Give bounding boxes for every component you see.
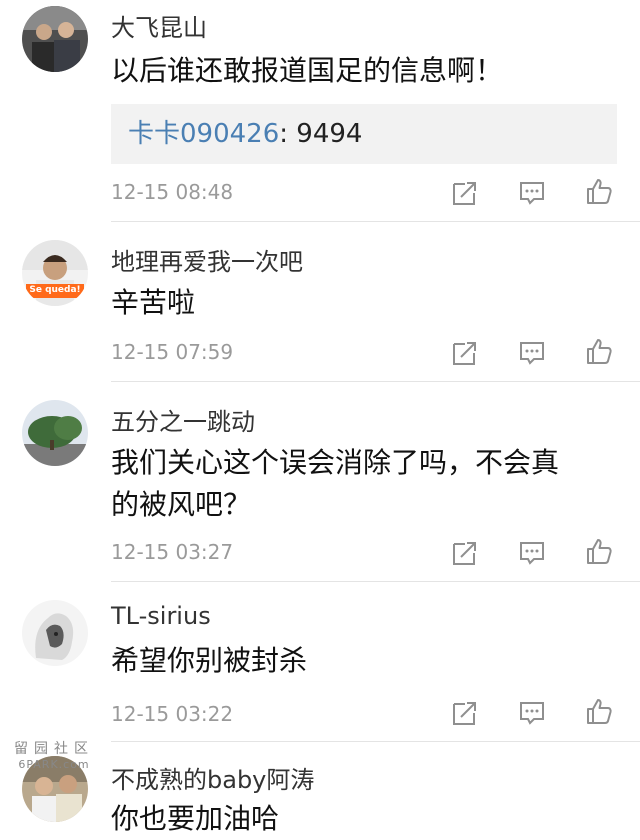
avatar-caption: Se queda! <box>29 285 81 295</box>
username[interactable]: 不成熟的baby阿涛 <box>111 760 314 795</box>
comment-text-line: 我们关心这个误会消除了吗，不会真 <box>111 446 560 479</box>
username[interactable]: 地理再爱我一次吧 <box>111 242 303 277</box>
share-icon[interactable] <box>451 539 479 567</box>
like-icon[interactable] <box>585 337 613 365</box>
comment-icon[interactable] <box>518 539 546 567</box>
comment-item: 大飞昆山 以后谁还敢报道国足的信息啊！ 卡卡090426: 9494 12-15… <box>0 0 640 222</box>
comment-text: 辛苦啦 <box>111 286 196 319</box>
quoted-username[interactable]: 卡卡090426 <box>128 119 279 149</box>
avatar[interactable] <box>22 400 88 466</box>
watermark-site: 6PARK.com <box>18 758 90 771</box>
timestamp: 12-15 07:59 <box>111 340 234 364</box>
comment-text-line: 的被风吧？ <box>111 488 252 521</box>
comment-icon[interactable] <box>518 699 546 727</box>
timestamp: 12-15 03:27 <box>111 540 234 564</box>
avatar[interactable] <box>22 600 88 666</box>
username[interactable]: 大飞昆山 <box>111 8 207 43</box>
timestamp: 12-15 08:48 <box>111 180 234 204</box>
comment-text: 以后谁还敢报道国足的信息啊！ <box>111 54 504 87</box>
avatar[interactable] <box>22 6 88 72</box>
like-icon[interactable] <box>585 697 613 725</box>
share-icon[interactable] <box>451 339 479 367</box>
comment-text: 希望你别被封杀 <box>111 644 308 677</box>
username[interactable]: TL-sirius <box>111 602 211 630</box>
comment-icon[interactable] <box>518 179 546 207</box>
comment-item: Se queda! 地理再爱我一次吧 辛苦啦 12-15 07:59 <box>0 222 640 382</box>
like-icon[interactable] <box>585 537 613 565</box>
share-icon[interactable] <box>451 179 479 207</box>
timestamp: 12-15 03:22 <box>111 702 234 726</box>
comment-text: 你也要加油哈 <box>111 802 280 835</box>
avatar[interactable]: Se queda! <box>22 240 88 306</box>
watermark-title: 留园社区 <box>14 741 94 757</box>
comment-item: TL-sirius 希望你别被封杀 12-15 03:22 <box>0 582 640 742</box>
like-icon[interactable] <box>585 177 613 205</box>
quoted-text: : 9494 <box>279 119 363 149</box>
comment-item: 五分之一跳动 我们关心这个误会消除了吗，不会真 的被风吧？ 12-15 03:2… <box>0 382 640 582</box>
username[interactable]: 五分之一跳动 <box>111 402 255 437</box>
comment-icon[interactable] <box>518 339 546 367</box>
share-icon[interactable] <box>451 699 479 727</box>
comment-text: 我们关心这个误会消除了吗，不会真 的被风吧？ <box>111 442 616 526</box>
quoted-reply: 卡卡090426: 9494 <box>111 104 617 164</box>
watermark: 留园社区 6PARK.com <box>10 738 98 771</box>
